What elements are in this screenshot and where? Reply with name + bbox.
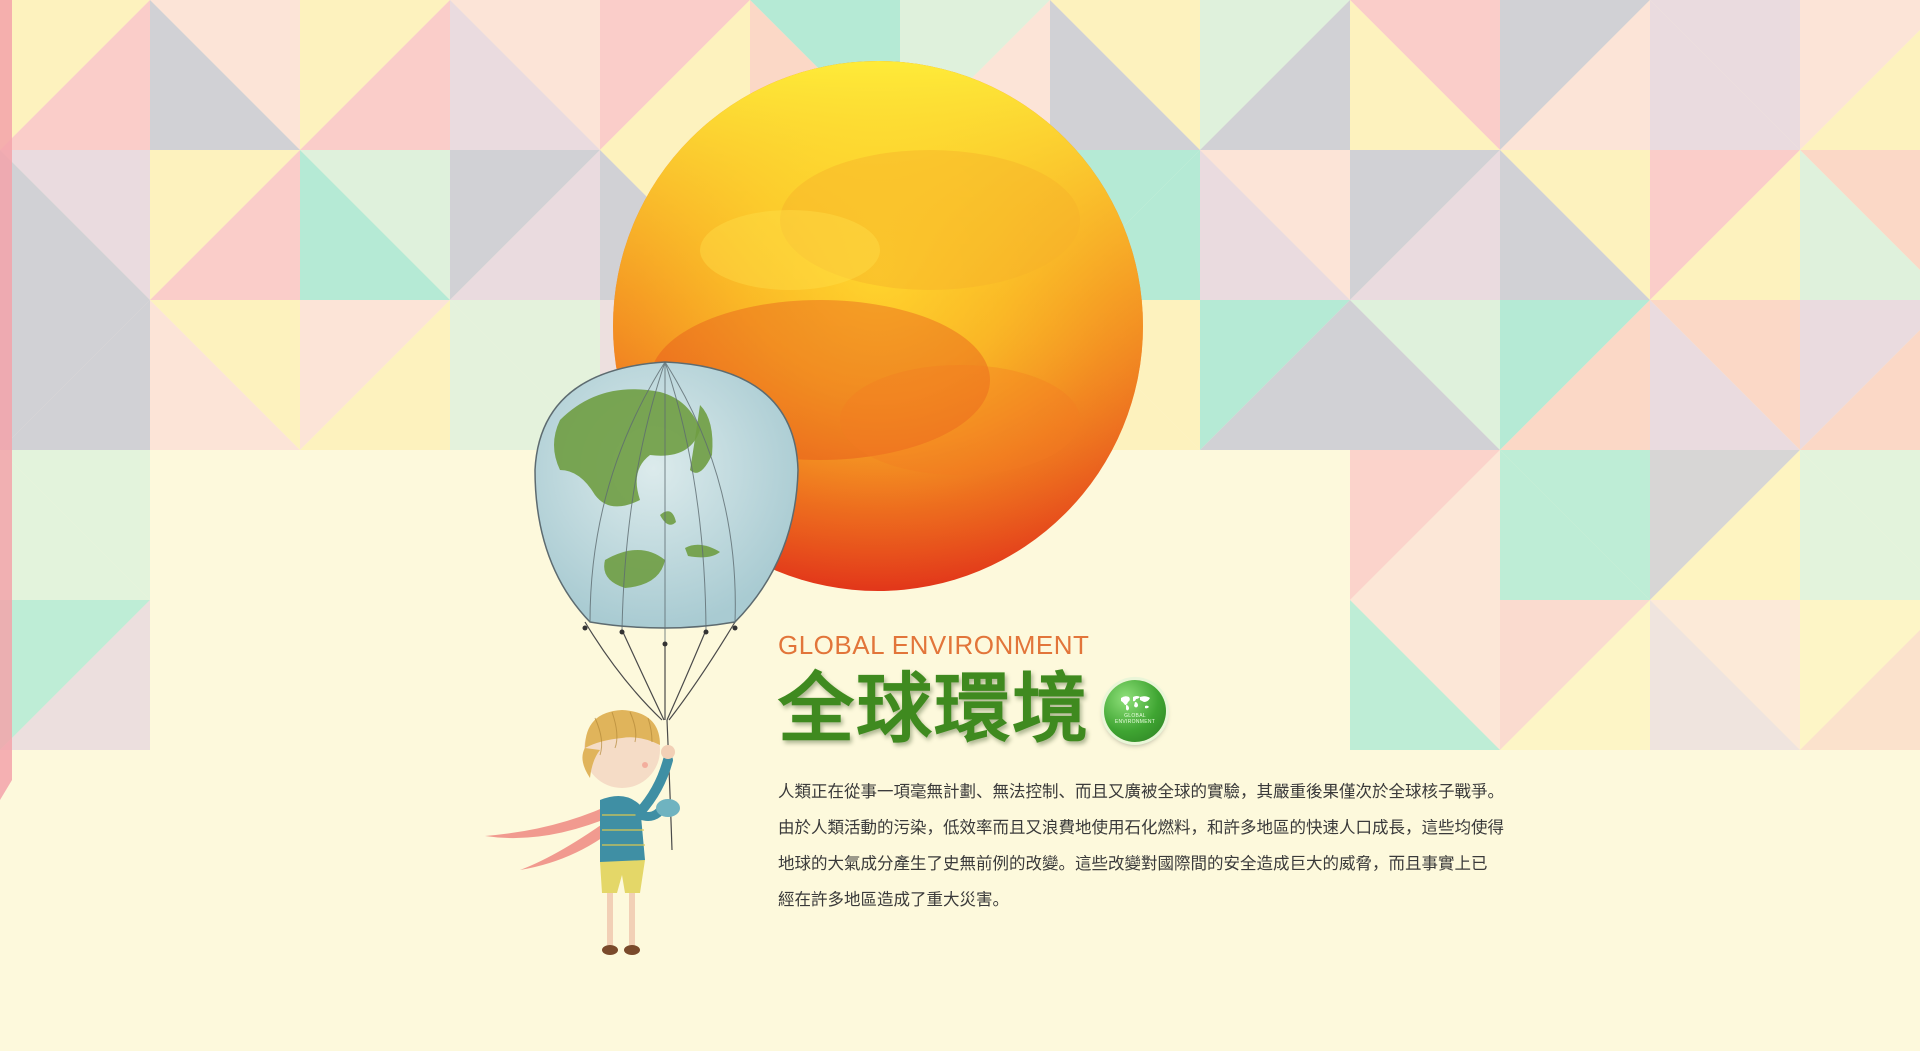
page: GLOBAL ENVIRONMENT 全球環境 GLOBAL ENVIRONME…: [0, 0, 1920, 1051]
section-subtitle: GLOBAL ENVIRONMENT: [778, 630, 1090, 660]
section-paragraph: 人類正在從事一項毫無計劃、無法控制、而且又廣被全球的實驗，其嚴重後果僅次於全球核…: [778, 782, 1504, 909]
section-title: 全球環境: [778, 664, 1090, 753]
world-map-icon: [1121, 696, 1150, 711]
badge-label: GLOBAL ENVIRONMENT: [1114, 713, 1156, 725]
global-environment-section: GLOBAL ENVIRONMENT 全球環境 GLOBAL ENVIRONME…: [778, 630, 1568, 918]
global-environment-badge: GLOBAL ENVIRONMENT: [1104, 680, 1166, 742]
title-row: 全球環境 GLOBAL ENVIRONMENT: [778, 664, 1568, 754]
earth-balloon-icon: [534, 361, 799, 647]
child-holding-balloon: [485, 710, 680, 955]
